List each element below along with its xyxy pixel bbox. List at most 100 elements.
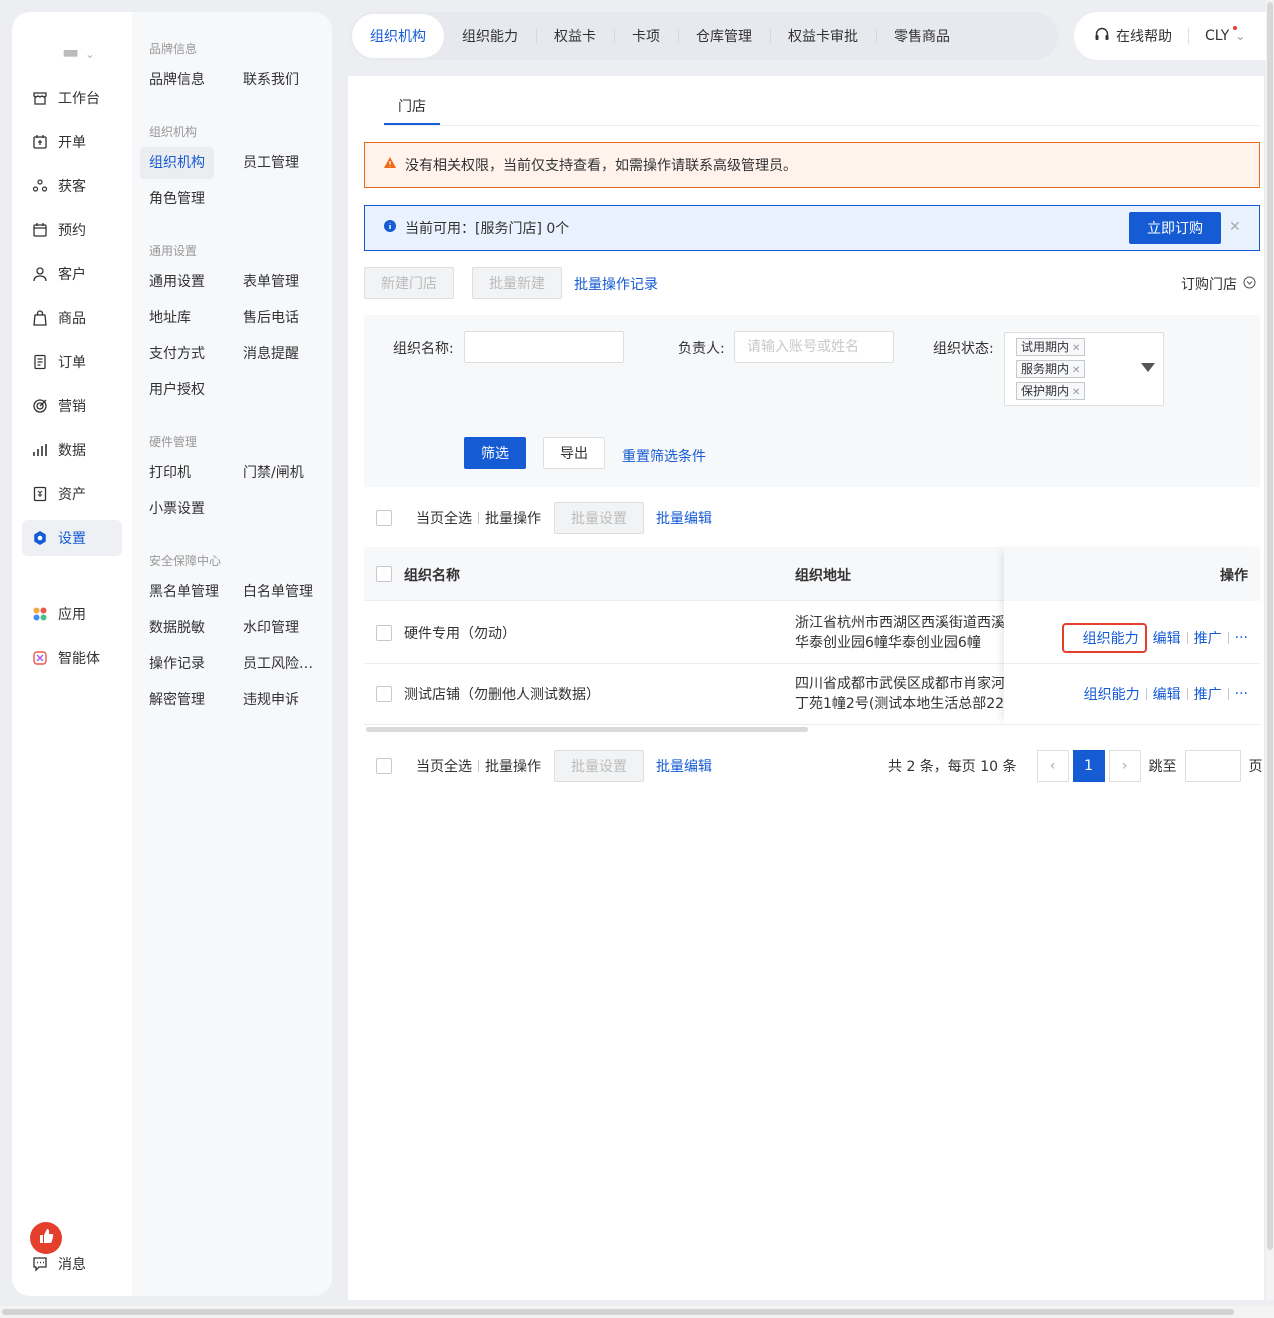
org-capability-link[interactable]: 组织能力 [1061, 623, 1147, 653]
tag-label: 服务期内 [1021, 362, 1070, 376]
sub-item-aftersale-phone[interactable]: 售后电话 [234, 302, 308, 334]
page-number[interactable]: 1 [1072, 750, 1105, 782]
user-menu[interactable]: CLY ⌄ [1205, 26, 1245, 44]
nav-item-settings[interactable]: 设置 [22, 520, 122, 556]
tab-org-capability[interactable]: 组织能力 [444, 14, 536, 58]
org-capability-link[interactable]: 组织能力 [1084, 684, 1140, 704]
row-checkbox[interactable] [376, 686, 392, 702]
tab-card-approval[interactable]: 权益卡审批 [770, 14, 876, 58]
header-checkbox[interactable] [376, 566, 392, 582]
sub-item-staff[interactable]: 员工管理 [234, 147, 308, 179]
jump-page-input[interactable] [1184, 750, 1241, 782]
page-scrollbar-thumb[interactable] [1267, 2, 1273, 1250]
chevron-down-icon: ⌄ [85, 47, 96, 61]
batch-set-button[interactable]: 批量设置 [554, 502, 644, 534]
sub-item-staff-risk[interactable]: 员工风险… [234, 648, 322, 680]
tab-warehouse[interactable]: 仓库管理 [678, 14, 770, 58]
shop-switcher[interactable]: ▬ ⌄ [62, 42, 95, 63]
sub-item-roles[interactable]: 角色管理 [140, 183, 214, 215]
promote-link[interactable]: 推广 [1194, 628, 1222, 648]
more-icon[interactable]: ··· [1235, 686, 1248, 702]
pagination: 共 2 条，每页 10 条 ‹ 1 › 跳至 页 [888, 750, 1263, 782]
sub-item-gate[interactable]: 门禁/闸机 [234, 457, 313, 489]
store-icon: ▬ [62, 42, 80, 63]
sub-item-contact-us[interactable]: 联系我们 [234, 64, 308, 96]
order-store-link[interactable]: 订购门店 [1181, 274, 1256, 294]
agent-icon [32, 650, 48, 666]
edit-link[interactable]: 编辑 [1153, 628, 1181, 648]
sub-item-forms[interactable]: 表单管理 [234, 266, 308, 298]
nav-item-goods[interactable]: 商品 [22, 300, 122, 336]
sub-item-brand-info[interactable]: 品牌信息 [140, 64, 214, 96]
main-nav: ▬ ⌄ 工作台 开单 获客 预约 客户 商品 订单 营销 数据 资产 设置 应用… [12, 12, 132, 1296]
select-all-checkbox[interactable] [376, 758, 392, 774]
next-page-icon[interactable]: › [1108, 750, 1141, 782]
sub-item-op-log[interactable]: 操作记录 [140, 648, 214, 680]
sub-nav: 品牌信息 品牌信息 联系我们 组织机构 组织机构 员工管理 角色管理 通用设置 … [132, 12, 332, 1296]
sub-item-payment[interactable]: 支付方式 [140, 338, 214, 370]
bar-chart-icon [32, 442, 48, 458]
sub-item-appeal[interactable]: 违规申诉 [234, 684, 308, 716]
batch-set-button[interactable]: 批量设置 [554, 750, 644, 782]
nav-item-agent[interactable]: 智能体 [22, 640, 122, 676]
batch-edit-link[interactable]: 批量编辑 [656, 508, 712, 528]
sub-item-printer[interactable]: 打印机 [140, 457, 200, 489]
table-scrollbar[interactable] [366, 727, 808, 732]
message-icon [32, 1256, 48, 1272]
nav-item-workbench[interactable]: 工作台 [22, 80, 122, 116]
nav-item-open-order[interactable]: 开单 [22, 124, 122, 160]
promote-link[interactable]: 推广 [1194, 684, 1222, 704]
owner-input[interactable] [734, 331, 894, 363]
sub-item-auth[interactable]: 用户授权 [140, 374, 214, 406]
online-help[interactable]: 在线帮助 [1094, 26, 1172, 46]
batch-edit-link[interactable]: 批量编辑 [656, 756, 712, 776]
tab-org[interactable]: 组织机构 [352, 14, 444, 58]
tab-card-items[interactable]: 卡项 [614, 14, 678, 58]
nav-item-orders[interactable]: 订单 [22, 344, 122, 380]
export-button[interactable]: 导出 [543, 437, 605, 469]
sub-item-whitelist[interactable]: 白名单管理 [234, 576, 322, 608]
sub-item-watermark[interactable]: 水印管理 [234, 612, 308, 644]
sub-item-general[interactable]: 通用设置 [140, 266, 214, 298]
order-store-label: 订购门店 [1181, 277, 1237, 293]
tag-close-icon[interactable]: ✕ [1072, 387, 1080, 398]
edit-link[interactable]: 编辑 [1153, 684, 1181, 704]
sub-item-address[interactable]: 地址库 [140, 302, 200, 334]
org-name-input[interactable] [464, 331, 624, 363]
sub-item-notify[interactable]: 消息提醒 [234, 338, 308, 370]
horizontal-scrollbar-thumb[interactable] [2, 1309, 1234, 1315]
nav-item-assets[interactable]: 资产 [22, 476, 122, 512]
nav-item-booking[interactable]: 预约 [22, 212, 122, 248]
more-icon[interactable]: ··· [1235, 630, 1248, 646]
status-label: 组织状态: [933, 341, 994, 357]
nav-item-acquire[interactable]: 获客 [22, 168, 122, 204]
filter-button[interactable]: 筛选 [464, 437, 526, 469]
tab-retail-goods[interactable]: 零售商品 [876, 14, 968, 58]
close-icon[interactable]: ✕ [1229, 219, 1241, 235]
tag-close-icon[interactable]: ✕ [1072, 365, 1080, 376]
batch-log-link[interactable]: 批量操作记录 [574, 274, 658, 294]
buy-now-button[interactable]: 立即订购 [1129, 212, 1221, 244]
nav-item-data[interactable]: 数据 [22, 432, 122, 468]
tab-benefit-card[interactable]: 权益卡 [536, 14, 614, 58]
sub-item-org[interactable]: 组织机构 [140, 147, 214, 179]
nav-item-customer[interactable]: 客户 [22, 256, 122, 292]
row-checkbox[interactable] [376, 625, 392, 641]
reset-filter-link[interactable]: 重置筛选条件 [622, 446, 706, 466]
sub-item-receipt[interactable]: 小票设置 [140, 493, 214, 525]
sub-item-desensitize[interactable]: 数据脱敏 [140, 612, 214, 644]
tab-store[interactable]: 门店 [384, 96, 440, 126]
batch-new-button[interactable]: 批量新建 [472, 267, 562, 299]
tag-close-icon[interactable]: ✕ [1072, 343, 1080, 354]
divider [1145, 688, 1147, 700]
select-all-checkbox[interactable] [376, 510, 392, 526]
sub-item-decrypt[interactable]: 解密管理 [140, 684, 214, 716]
prev-page-icon[interactable]: ‹ [1036, 750, 1069, 782]
status-select[interactable]: 试用期内 ✕ 服务期内 ✕ 保护期内 ✕ [1004, 332, 1164, 406]
caret-down-icon[interactable] [1141, 363, 1155, 372]
nav-item-message[interactable]: 消息 [22, 1246, 122, 1282]
new-store-button[interactable]: 新建门店 [364, 267, 454, 299]
sub-item-blacklist[interactable]: 黑名单管理 [140, 576, 228, 608]
nav-item-marketing[interactable]: 营销 [22, 388, 122, 424]
nav-item-apps[interactable]: 应用 [22, 596, 122, 632]
